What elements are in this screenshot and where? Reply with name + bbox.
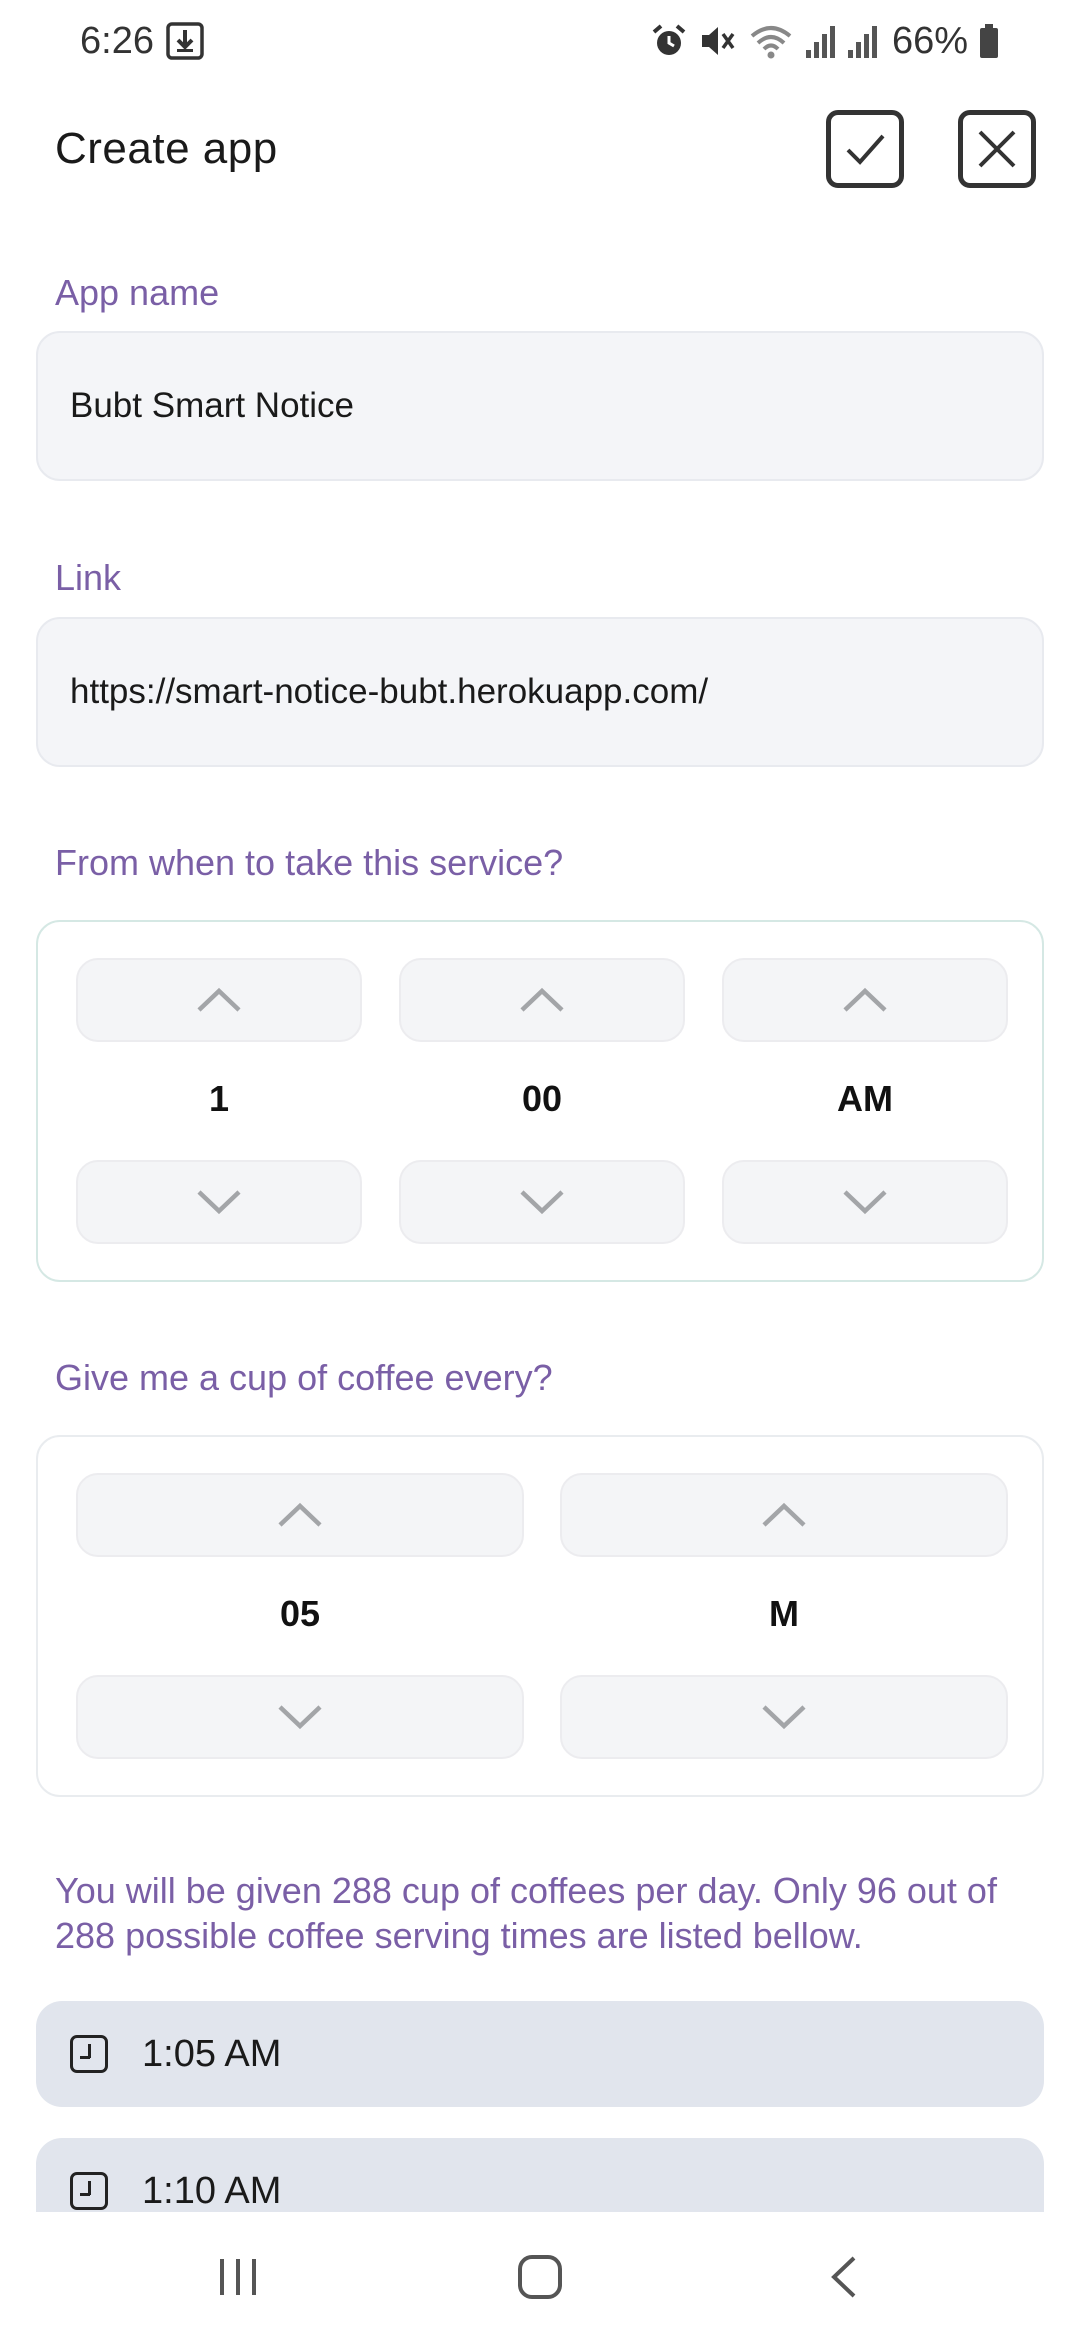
minute-down-button[interactable]	[399, 1160, 685, 1244]
battery-icon	[980, 24, 998, 58]
interval-value: 05	[279, 1593, 321, 1634]
chevron-down-icon	[520, 1190, 564, 1215]
clock-icon	[70, 2035, 108, 2073]
interval-unit: M	[769, 1593, 799, 1634]
start-time-picker: 1 00 AM	[36, 920, 1044, 1282]
battery-percent: 66%	[891, 19, 968, 62]
list-item[interactable]: 1:05 AM	[36, 2001, 1044, 2107]
close-button[interactable]	[958, 110, 1036, 188]
home-icon	[518, 2255, 562, 2299]
link-input[interactable]: https://smart-notice-bubt.herokuapp.com/	[36, 617, 1044, 767]
checkmark-icon	[846, 134, 885, 165]
chevron-up-icon	[762, 1502, 806, 1527]
signal-icon-2	[847, 26, 877, 58]
wifi-icon	[750, 26, 792, 59]
status-time: 6:26	[80, 20, 154, 62]
back-icon	[831, 2256, 856, 2298]
time-label: 1:05 AM	[142, 2032, 282, 2075]
hour-down-button[interactable]	[76, 1160, 362, 1244]
minute-value: 00	[521, 1078, 563, 1119]
alarm-icon	[652, 24, 686, 55]
link-label: Link	[55, 557, 122, 598]
interval-label: Give me a cup of coffee every?	[55, 1357, 553, 1398]
info-text: You will be given 288 cup of coffees per…	[55, 1870, 997, 1956]
chevron-up-icon	[843, 987, 887, 1012]
app-name-label: App name	[55, 272, 220, 313]
unit-down-button[interactable]	[560, 1675, 1008, 1759]
interval-picker: 05 M	[36, 1435, 1044, 1797]
download-icon	[166, 22, 204, 60]
chevron-down-icon	[278, 1705, 322, 1730]
app-header: Create app	[0, 110, 1080, 190]
chevron-up-icon	[278, 1502, 322, 1527]
status-icons: 66%	[650, 18, 1000, 64]
period-down-button[interactable]	[722, 1160, 1008, 1244]
hour-up-button[interactable]	[76, 958, 362, 1042]
period-value: AM	[837, 1078, 893, 1119]
chevron-down-icon	[762, 1705, 806, 1730]
home-button[interactable]	[500, 2242, 580, 2312]
unit-up-button[interactable]	[560, 1473, 1008, 1557]
app-name-value: Bubt Smart Notice	[70, 386, 354, 425]
clock-icon	[70, 2172, 108, 2210]
recent-apps-button[interactable]	[198, 2242, 278, 2312]
close-icon	[978, 130, 1016, 168]
interval-up-button[interactable]	[76, 1473, 524, 1557]
period-up-button[interactable]	[722, 958, 1008, 1042]
back-button[interactable]	[804, 2242, 884, 2312]
mute-icon	[701, 27, 735, 55]
page-title: Create app	[55, 124, 278, 173]
start-time-label: From when to take this service?	[55, 842, 564, 883]
recent-apps-icon	[220, 2259, 256, 2295]
app-name-input[interactable]: Bubt Smart Notice	[36, 331, 1044, 481]
chevron-down-icon	[843, 1190, 887, 1215]
chevron-up-icon	[197, 987, 241, 1012]
chevron-up-icon	[520, 987, 564, 1012]
interval-down-button[interactable]	[76, 1675, 524, 1759]
navigation-bar	[0, 2212, 1080, 2340]
confirm-button[interactable]	[826, 110, 904, 188]
hour-value: 1	[208, 1078, 230, 1119]
link-value: https://smart-notice-bubt.herokuapp.com/	[70, 672, 709, 711]
minute-up-button[interactable]	[399, 958, 685, 1042]
signal-icon-1	[805, 26, 835, 58]
chevron-down-icon	[197, 1190, 241, 1215]
time-label: 1:10 AM	[142, 2169, 282, 2212]
status-bar: 6:26 66%	[0, 0, 1080, 84]
